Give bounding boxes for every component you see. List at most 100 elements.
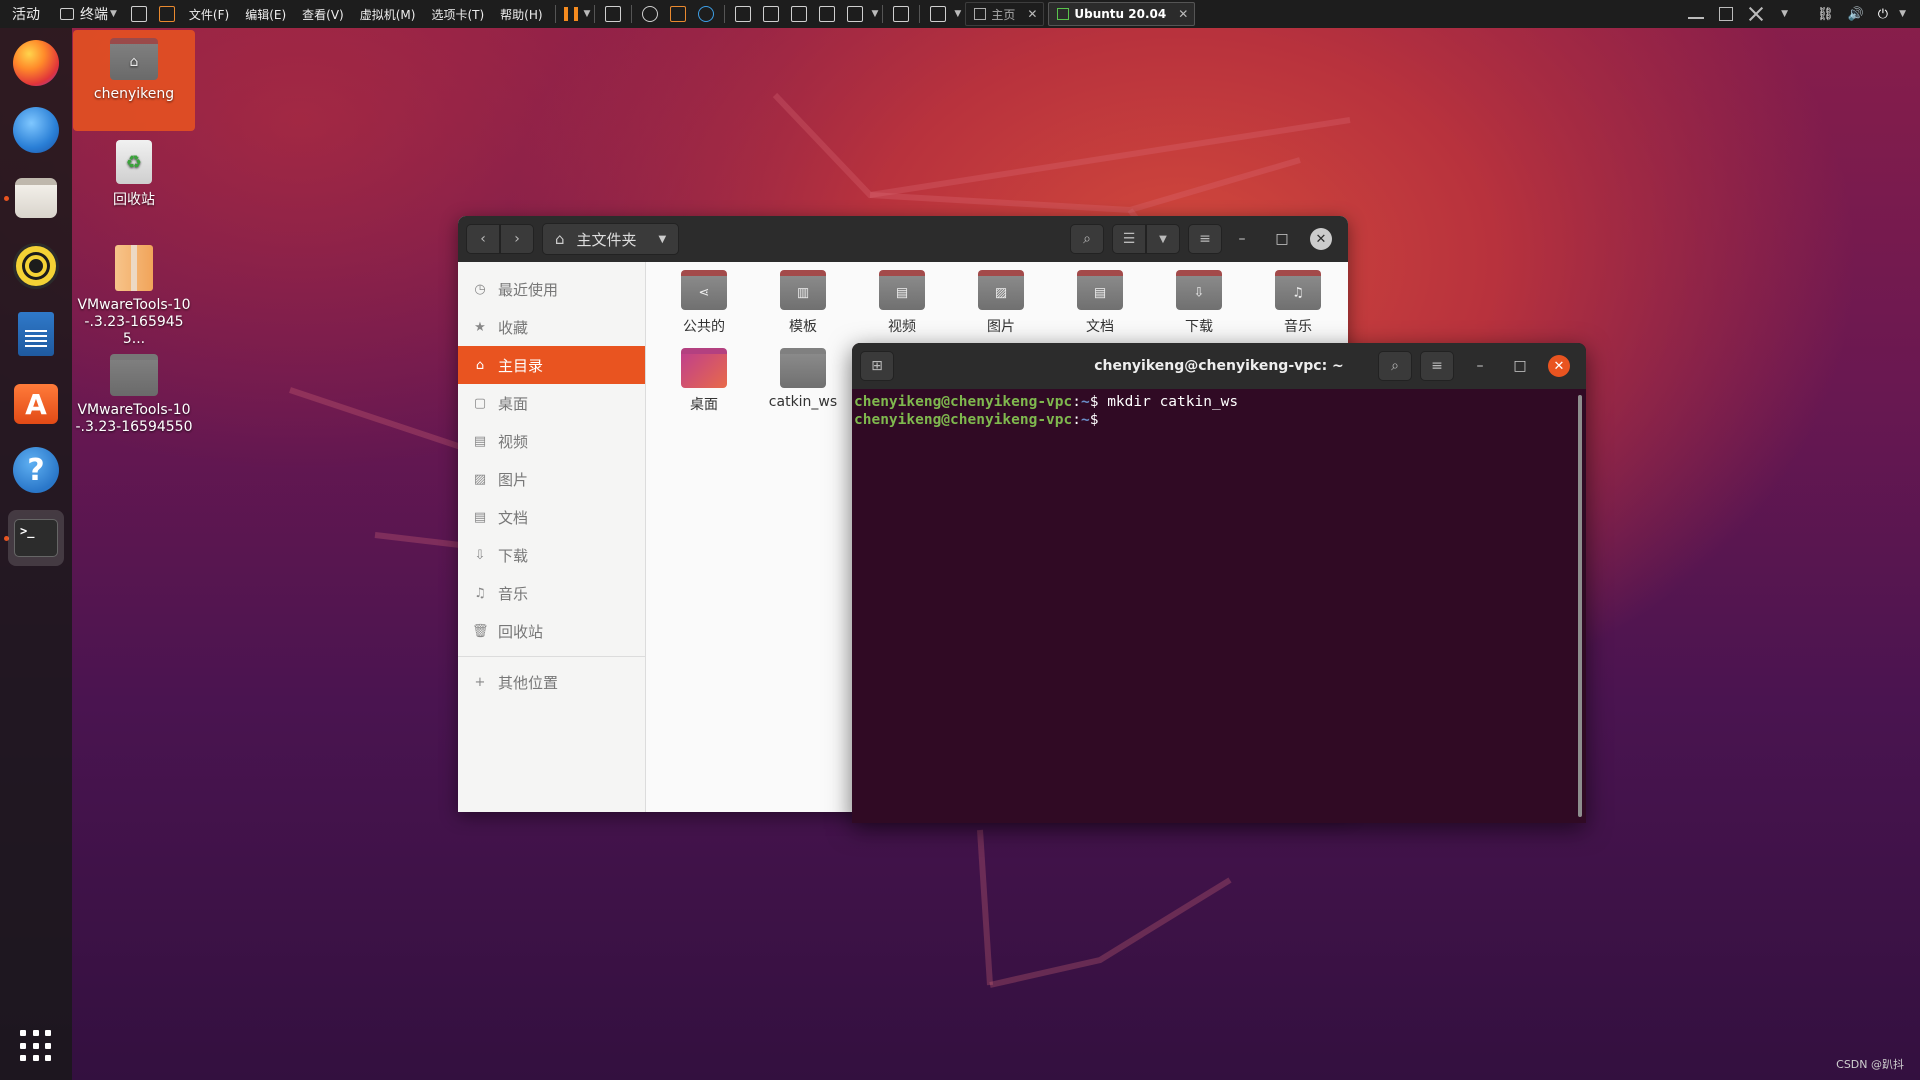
unity-icon[interactable]	[819, 6, 836, 22]
file-item-music[interactable]: ♫ 音乐	[1253, 270, 1343, 336]
menu-help[interactable]: 帮助(H)	[492, 0, 550, 28]
desktop-icon-home[interactable]: ⌂ chenyikeng	[73, 30, 195, 131]
share-icon: ⋖	[681, 270, 727, 310]
menu-file[interactable]: 文件(F)	[181, 0, 237, 28]
send-keys-icon[interactable]	[605, 6, 622, 22]
chevron-down-icon[interactable]: ▼	[954, 9, 961, 19]
path-bar[interactable]: ⌂ 主文件夹 ▼	[542, 223, 680, 255]
new-tab-button[interactable]: ⊞	[860, 351, 894, 381]
dock-rhythmbox[interactable]	[8, 238, 64, 294]
view-list-button[interactable]: ☰	[1112, 224, 1146, 254]
menu-vm[interactable]: 虚拟机(M)	[352, 0, 424, 28]
app-menu[interactable]: 终端 ▼	[52, 0, 125, 28]
clock-icon: ◷	[474, 281, 486, 297]
maximize-button[interactable]: □	[1508, 354, 1532, 378]
file-item-templates[interactable]: ▥ 模板	[758, 270, 848, 336]
chevron-down-icon[interactable]: ▼	[659, 234, 667, 245]
file-item-pictures[interactable]: ▨ 图片	[956, 270, 1046, 336]
chevron-down-icon[interactable]: ▼	[1781, 9, 1788, 19]
file-item-videos[interactable]: ▤ 视频	[857, 270, 947, 336]
console-view-icon[interactable]	[847, 6, 864, 22]
file-item-documents[interactable]: ▤ 文档	[1055, 270, 1145, 336]
thumbnail-bar-icon[interactable]	[763, 6, 780, 22]
dock-help[interactable]: ?	[8, 442, 64, 498]
sidebar-item-documents[interactable]: ▤ 文档	[458, 498, 645, 536]
sidebar-item-music[interactable]: ♫ 音乐	[458, 574, 645, 612]
maximize-icon[interactable]	[1715, 5, 1737, 23]
network-icon[interactable]: ⛓	[1817, 7, 1834, 22]
close-icon[interactable]: ✕	[1027, 7, 1037, 21]
sidebar-item-home[interactable]: ⌂ 主目录	[458, 346, 645, 384]
activities-button[interactable]: 活动	[0, 0, 52, 28]
sidebar-item-desktop[interactable]: ▢ 桌面	[458, 384, 645, 422]
close-button[interactable]: ✕	[1548, 355, 1570, 377]
minimize-button[interactable]: –	[1230, 227, 1254, 251]
sidebar-toggle-icon[interactable]	[735, 6, 752, 22]
sidebar-item-other-locations[interactable]: + 其他位置	[458, 663, 645, 701]
prompt-symbol: $	[1089, 394, 1108, 410]
dock-writer[interactable]	[8, 306, 64, 362]
stretch-icon[interactable]	[930, 6, 947, 22]
revert-snapshot-icon[interactable]	[670, 6, 687, 22]
firefox-icon	[13, 40, 59, 86]
archive-icon	[115, 245, 153, 291]
tab-ubuntu[interactable]: Ubuntu 20.04 ✕	[1048, 2, 1196, 26]
close-button[interactable]: ✕	[1310, 228, 1332, 250]
chevron-down-icon[interactable]: ▼	[584, 9, 591, 19]
volume-icon[interactable]: 🔊	[1848, 7, 1864, 22]
file-item-downloads[interactable]: ⇩ 下载	[1154, 270, 1244, 336]
desktop-icon-vmwaretools-folder[interactable]: VMwareTools-10-.3.23-16594550	[73, 354, 195, 436]
minimize-icon[interactable]	[1685, 5, 1707, 23]
dock-thunderbird[interactable]	[8, 102, 64, 158]
sidebar-item-starred[interactable]: ★ 收藏	[458, 308, 645, 346]
thunderbird-icon	[13, 107, 59, 153]
watermark: CSDN @趴抖	[1836, 1058, 1904, 1071]
menu-edit[interactable]: 编辑(E)	[237, 0, 294, 28]
back-button[interactable]: ‹	[466, 224, 500, 254]
terminal-output[interactable]: chenyikeng@chenyikeng-vpc:~$ mkdir catki…	[852, 389, 1586, 433]
vmware-logo-icon[interactable]	[158, 6, 175, 22]
file-item-catkin-ws[interactable]: catkin_ws	[758, 348, 848, 410]
snapshot-icon[interactable]	[642, 6, 659, 22]
pin-icon[interactable]	[130, 6, 147, 22]
desktop-icon-label: VMwareTools-10-.3.23-16594550	[75, 402, 193, 435]
sidebar-item-videos[interactable]: ▤ 视频	[458, 422, 645, 460]
sidebar-item-recent[interactable]: ◷ 最近使用	[458, 270, 645, 308]
forward-button[interactable]: ›	[500, 224, 534, 254]
terminal-scrollbar[interactable]	[1578, 395, 1582, 817]
desktop-icon-trash[interactable]: ♻ 回收站	[73, 140, 195, 209]
view-options-button[interactable]: ▼	[1146, 224, 1180, 254]
chevron-down-icon[interactable]: ▼	[871, 9, 878, 19]
fullscreen-icon[interactable]	[791, 6, 808, 22]
search-button[interactable]: ⌕	[1378, 351, 1412, 381]
desktop-icon-vmwaretools-archive[interactable]: VMwareTools-10-.3.23-1659455...	[73, 245, 195, 348]
snapshot-manager-icon[interactable]	[698, 6, 715, 22]
sidebar-item-pictures[interactable]: ▨ 图片	[458, 460, 645, 498]
power-icon[interactable]: ⏻	[1878, 7, 1888, 22]
file-item-public[interactable]: ⋖ 公共的	[659, 270, 749, 336]
download-icon: ⇩	[1176, 270, 1222, 310]
terminal-icon[interactable]	[893, 6, 910, 22]
menu-button[interactable]: ≡	[1420, 351, 1454, 381]
search-button[interactable]: ⌕	[1070, 224, 1104, 254]
pause-icon[interactable]	[563, 7, 578, 21]
menu-button[interactable]: ≡	[1188, 224, 1222, 254]
chevron-down-icon: ▼	[110, 9, 117, 19]
dock-software[interactable]: A	[8, 374, 64, 430]
dock-terminal[interactable]: >_	[8, 510, 64, 566]
maximize-button[interactable]: □	[1270, 227, 1294, 251]
dock-files[interactable]	[8, 170, 64, 226]
close-icon[interactable]	[1745, 5, 1767, 23]
menu-tabs[interactable]: 选项卡(T)	[423, 0, 492, 28]
file-item-desktop[interactable]: 桌面	[659, 348, 749, 414]
tab-home[interactable]: 主页 ✕	[965, 2, 1045, 26]
chevron-down-icon[interactable]: ▼	[1899, 9, 1906, 19]
dock-firefox[interactable]	[8, 35, 64, 91]
close-icon[interactable]: ✕	[1178, 7, 1188, 21]
menu-view[interactable]: 查看(V)	[294, 0, 352, 28]
sidebar-item-label: 主目录	[498, 356, 544, 375]
show-applications-icon[interactable]	[20, 1030, 52, 1062]
sidebar-item-downloads[interactable]: ⇩ 下载	[458, 536, 645, 574]
minimize-button[interactable]: –	[1468, 354, 1492, 378]
sidebar-item-trash[interactable]: 🗑 回收站	[458, 612, 645, 650]
